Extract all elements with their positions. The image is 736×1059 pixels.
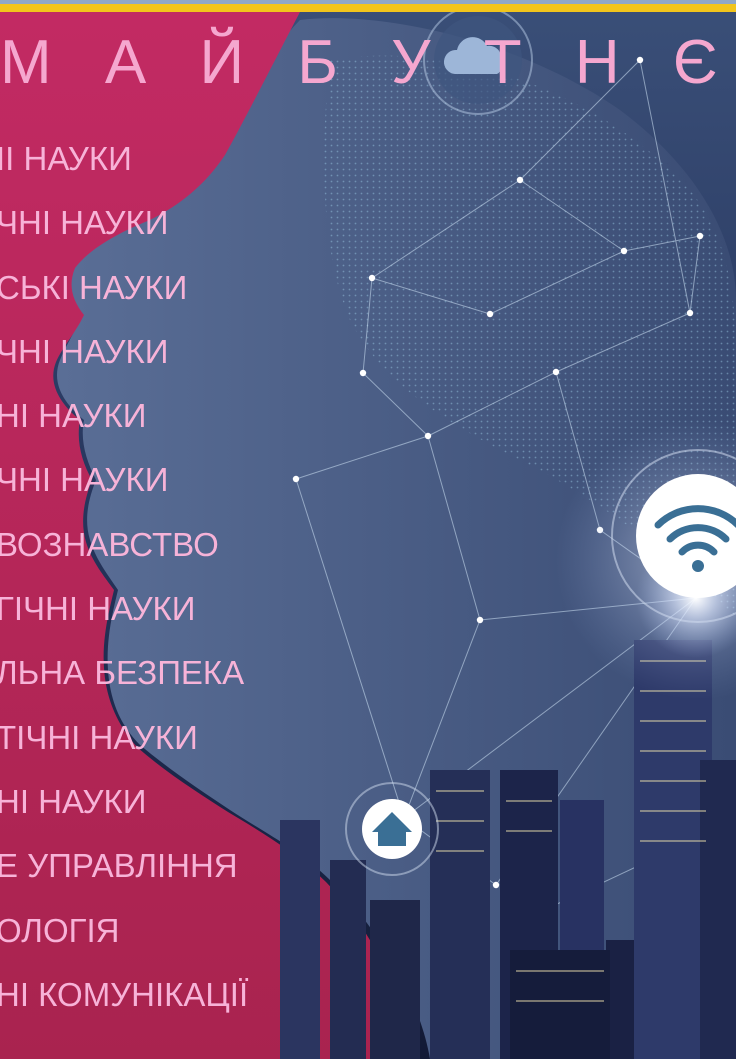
list-item: СЬКІ НАУКИ bbox=[0, 268, 188, 306]
list-item: ЧНІ НАУКИ bbox=[0, 204, 169, 242]
list-item: ЛЬНА БЕЗПЕКА bbox=[0, 654, 245, 692]
list-item: ЧНІ НАУКИ bbox=[0, 332, 169, 370]
list-item: ВОЗНАВСТВО bbox=[0, 525, 219, 563]
list-item: ТІЧНІ НАУКИ bbox=[0, 718, 198, 756]
list-item: НІ КОМУНІКАЦІЇ bbox=[0, 975, 249, 1013]
list-item: НІ НАУКИ bbox=[0, 782, 147, 820]
poster: М А Й Б У Т Н Є ІІ НАУКИ ЧНІ НАУКИ СЬКІ … bbox=[0, 0, 736, 1059]
list-item: ОЛОГІЯ bbox=[0, 911, 120, 949]
top-stripe bbox=[0, 0, 736, 12]
list-item: ІІ НАУКИ bbox=[0, 140, 132, 177]
subject-list: ІІ НАУКИ ЧНІ НАУКИ СЬКІ НАУКИ ЧНІ НАУКИ … bbox=[0, 127, 340, 1027]
list-item: ГІЧНІ НАУКИ bbox=[0, 590, 196, 628]
poster-title: М А Й Б У Т Н Є bbox=[0, 28, 736, 97]
list-item: ЧНІ НАУКИ bbox=[0, 461, 169, 499]
list-item: НІ НАУКИ bbox=[0, 397, 147, 435]
list-item: Е УПРАВЛІННЯ bbox=[0, 847, 238, 885]
